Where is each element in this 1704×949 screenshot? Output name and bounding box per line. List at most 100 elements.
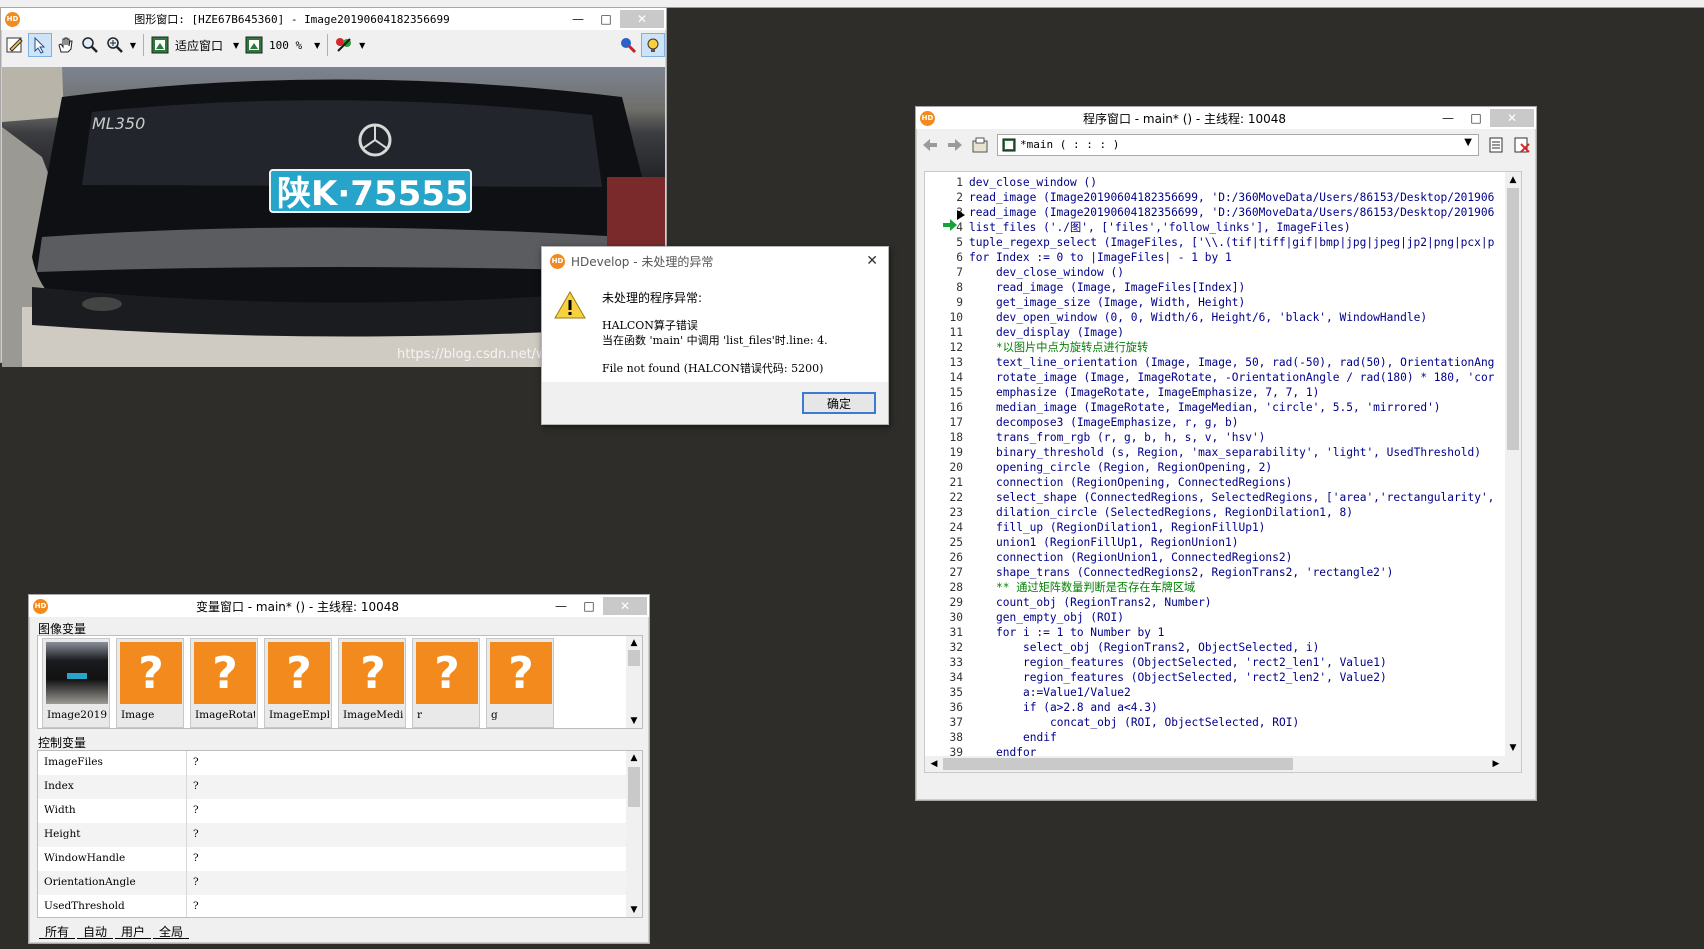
scroll-left-arrow[interactable]: ◀ xyxy=(927,756,941,772)
scroll-thumb[interactable] xyxy=(628,767,640,807)
pointer-icon[interactable] xyxy=(28,33,52,57)
scroll-thumb[interactable] xyxy=(628,650,640,666)
graphics-window-titlebar[interactable]: HD 图形窗口: [HZE67B645360] - Image201906041… xyxy=(1,8,666,30)
procedure-delete-icon[interactable] xyxy=(1510,133,1534,157)
procedure-select[interactable]: *main ( : : : ) ▼ xyxy=(997,134,1479,156)
code-line[interactable]: 21 connection (RegionOpening, ConnectedRe… xyxy=(925,475,1505,490)
zoom-dropdown-icon[interactable]: ▼ xyxy=(128,33,138,57)
maximize-button[interactable]: □ xyxy=(575,597,603,615)
code-line[interactable]: 16 median_image (ImageRotate, ImageMedian… xyxy=(925,400,1505,415)
control-variable-row[interactable]: OrientationAngle? xyxy=(38,871,626,895)
code-line[interactable]: 17 decompose3 (ImageEmphasize, r, g, b) xyxy=(925,415,1505,430)
ok-button[interactable]: 确定 xyxy=(802,392,876,414)
variable-tab[interactable]: 全局 xyxy=(153,923,190,939)
fit-window-label[interactable]: 适应窗口 xyxy=(175,37,223,54)
code-line[interactable]: 5 tuple_regexp_select (ImageFiles, ['\\.(… xyxy=(925,235,1505,250)
code-line[interactable]: 24 fill_up (RegionDilation1, RegionFillUp… xyxy=(925,520,1505,535)
code-line[interactable]: 34 region_features (ObjectSelected, 'rect… xyxy=(925,670,1505,685)
code-line[interactable]: 18 trans_from_rgb (r, g, b, h, s, v, 'hsv… xyxy=(925,430,1505,445)
minimize-button[interactable]: — xyxy=(547,597,575,615)
zoom-percent-dropdown-icon[interactable]: ▼ xyxy=(312,33,322,57)
image-variable-thumbnail[interactable]: ? Image xyxy=(116,638,184,728)
dialog-close-icon[interactable]: ✕ xyxy=(866,253,878,269)
chevron-down-icon[interactable]: ▼ xyxy=(1464,137,1472,148)
control-vars-scrollbar[interactable]: ▲ ▼ xyxy=(626,751,642,917)
dialog-titlebar[interactable]: HD HDevelop - 未处理的异常 ✕ xyxy=(542,247,888,275)
variable-window-titlebar[interactable]: HD 变量窗口 - main* () - 主线程: 10048 — □ ✕ xyxy=(29,595,649,617)
code-line[interactable]: 20 opening_circle (Region, RegionOpening,… xyxy=(925,460,1505,475)
code-line[interactable]: 27 shape_trans (ConnectedRegions2, Region… xyxy=(925,565,1505,580)
program-window-titlebar[interactable]: HD 程序窗口 - main* () - 主线程: 10048 — □ ✕ xyxy=(916,107,1536,129)
minimize-button[interactable]: — xyxy=(1434,109,1462,127)
code-line[interactable]: 11 dev_display (Image) xyxy=(925,325,1505,340)
maximize-button[interactable]: □ xyxy=(592,10,620,28)
code-line[interactable]: 13 text_line_orientation (Image, Image, 5… xyxy=(925,355,1505,370)
maximize-button[interactable]: □ xyxy=(1462,109,1490,127)
code-line[interactable]: 12 *以图片中点为旋转点进行旋转 xyxy=(925,340,1505,355)
lightbulb-icon[interactable] xyxy=(641,33,665,57)
code-line[interactable]: 30 gen_empty_obj (ROI) xyxy=(925,610,1505,625)
scroll-down-arrow[interactable]: ▼ xyxy=(1505,740,1521,756)
procedure-list-icon[interactable] xyxy=(1485,133,1509,157)
code-line[interactable]: 6 for Index := 0 to |ImageFiles| - 1 by 1 xyxy=(925,250,1505,265)
image-variable-thumbnail[interactable]: Image2019C xyxy=(42,638,110,728)
code-line[interactable]: 28 ** 通过矩阵数量判断是否存在车牌区域 xyxy=(925,580,1505,595)
code-line[interactable]: 22 select_shape (ConnectedRegions, Select… xyxy=(925,490,1505,505)
control-variable-row[interactable]: ImageFiles? xyxy=(38,751,626,775)
control-variable-row[interactable]: UsedThreshold? xyxy=(38,895,626,917)
zoom-percent-label[interactable]: 100 % xyxy=(269,39,302,52)
control-variable-row[interactable]: Index? xyxy=(38,775,626,799)
minimize-button[interactable]: — xyxy=(564,10,592,28)
code-line[interactable]: 33 region_features (ObjectSelected, 'rect… xyxy=(925,655,1505,670)
image-variable-thumbnail[interactable]: ? ImageMedia xyxy=(338,638,406,728)
pan-hand-icon[interactable] xyxy=(53,33,77,57)
magnifier-icon[interactable] xyxy=(78,33,102,57)
scroll-up-arrow[interactable]: ▲ xyxy=(1505,172,1521,188)
variable-tab[interactable]: 自动 xyxy=(77,923,114,939)
color-dropdown-icon[interactable]: ▼ xyxy=(357,33,367,57)
code-line[interactable]: 29 count_obj (RegionTrans2, Number) xyxy=(925,595,1505,610)
code-horizontal-scrollbar[interactable]: ◀ ▶ xyxy=(925,756,1521,772)
scroll-down-arrow[interactable]: ▼ xyxy=(626,714,642,728)
code-line[interactable]: 10 dev_open_window (0, 0, Width/6, Height… xyxy=(925,310,1505,325)
code-vertical-scrollbar[interactable]: ▲ ▼ xyxy=(1505,172,1521,756)
scroll-up-arrow[interactable]: ▲ xyxy=(626,636,642,650)
color-palette-icon[interactable] xyxy=(332,33,356,57)
scroll-thumb[interactable] xyxy=(1507,188,1519,450)
code-line[interactable]: 14 rotate_image (Image, ImageRotate, -Ori… xyxy=(925,370,1505,385)
scroll-up-arrow[interactable]: ▲ xyxy=(626,751,642,765)
scroll-right-arrow[interactable]: ▶ xyxy=(1489,756,1503,772)
code-line[interactable]: 31 for i := 1 to Number by 1 xyxy=(925,625,1505,640)
control-variable-row[interactable]: Width? xyxy=(38,799,626,823)
code-line[interactable]: 32 select_obj (RegionTrans2, ObjectSelect… xyxy=(925,640,1505,655)
code-line[interactable]: 26 connection (RegionUnion1, ConnectedReg… xyxy=(925,550,1505,565)
code-line[interactable]: 36 if (a>2.8 and a<4.3) xyxy=(925,700,1505,715)
image-variable-thumbnail[interactable]: ? r xyxy=(412,638,480,728)
code-line[interactable]: 23 dilation_circle (SelectedRegions, Regi… xyxy=(925,505,1505,520)
code-line[interactable]: 1 dev_close_window () xyxy=(925,175,1505,190)
image-variable-thumbnail[interactable]: ? ImageRotat xyxy=(190,638,258,728)
code-line[interactable]: 7 dev_close_window () xyxy=(925,265,1505,280)
code-line[interactable]: 2 read_image (Image20190604182356699, 'D:… xyxy=(925,190,1505,205)
code-line[interactable]: 19 binary_threshold (s, Region, 'max_sepa… xyxy=(925,445,1505,460)
scroll-thumb[interactable] xyxy=(943,758,1293,770)
code-line[interactable]: 8 read_image (Image, ImageFiles[Index]) xyxy=(925,280,1505,295)
variable-tab[interactable]: 用户 xyxy=(115,923,152,939)
code-line[interactable]: 25 union1 (RegionFillUp1, RegionUnion1) xyxy=(925,535,1505,550)
fit-window-icon[interactable] xyxy=(148,33,172,57)
edit-icon[interactable] xyxy=(3,33,27,57)
code-line[interactable]: 4 list_files ('./图', ['files','follow_lin… xyxy=(925,220,1505,235)
image-vars-scrollbar[interactable]: ▲ ▼ xyxy=(626,636,642,728)
close-button[interactable]: ✕ xyxy=(1490,109,1534,127)
control-variable-row[interactable]: Height? xyxy=(38,823,626,847)
close-button[interactable]: ✕ xyxy=(620,10,664,28)
zoom-in-icon[interactable] xyxy=(103,33,127,57)
code-line[interactable]: 37 concat_obj (ROI, ObjectSelected, ROI) xyxy=(925,715,1505,730)
image-variable-thumbnail[interactable]: ? ImageEmpha xyxy=(264,638,332,728)
forward-arrow-icon[interactable] xyxy=(943,133,967,157)
back-arrow-icon[interactable] xyxy=(918,133,942,157)
code-line[interactable]: 38 endif xyxy=(925,730,1505,745)
scroll-down-arrow[interactable]: ▼ xyxy=(626,903,642,917)
zoom-percent-icon[interactable] xyxy=(242,33,266,57)
code-line[interactable]: 15 emphasize (ImageRotate, ImageEmphasize… xyxy=(925,385,1505,400)
